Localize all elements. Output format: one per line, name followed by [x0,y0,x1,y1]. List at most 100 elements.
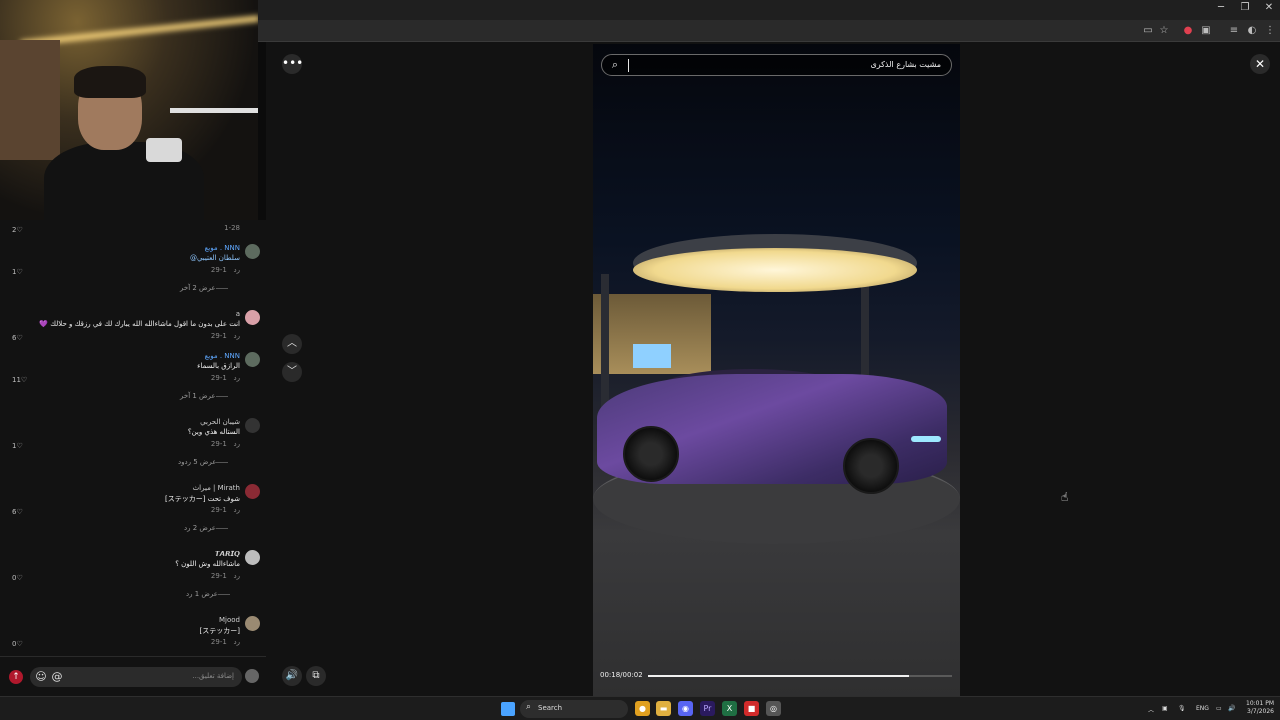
mouse-cursor-icon: ☝ [1061,490,1069,504]
microphone [146,138,182,162]
like-count[interactable]: 0♡ [12,574,23,582]
comment-username[interactable]: Mjood [219,616,240,624]
car-wheel [623,426,679,482]
comment-username[interactable]: Mirath | ميراث [193,484,240,492]
like-count[interactable]: 6♡ [12,508,23,516]
more-options-button[interactable]: ••• [282,54,303,74]
start-button[interactable] [501,702,515,716]
progress-bar[interactable] [648,675,952,677]
emoji-icon[interactable]: ☺ [34,670,48,684]
avatar[interactable] [245,669,259,683]
send-button[interactable]: ↑ [9,670,23,684]
search-icon[interactable]: ⌕ [608,58,622,72]
avatar[interactable] [245,616,260,631]
like-count[interactable]: 6♡ [12,334,23,342]
comment-username[interactable]: 𝙏𝘼𝙍𝙄𝙌 [215,550,240,558]
tray-app-icon[interactable]: ▣ [1162,705,1168,712]
like-count[interactable]: 2♡ [12,226,23,234]
close-window-button[interactable]: ✕ [1258,2,1280,13]
volume-button[interactable]: 🔊 [282,666,302,686]
comment-username[interactable]: شيبان الحربي [200,418,240,426]
excel-icon[interactable]: X [722,701,737,716]
like-count[interactable]: 1♡ [12,442,23,450]
previous-video-button[interactable]: ︿ [282,334,302,354]
taskbar: ⌕ Search ● ▬ ◉ Pr X ■ ◎ ︿ ▣ 🎙 ENG ▭ 🔊 10… [0,696,1280,720]
captions-button[interactable]: ⧉ [306,666,326,686]
avatar[interactable] [245,484,260,499]
volume-icon[interactable]: 🔊 [1228,705,1235,712]
clock[interactable]: 10:01 PM 3/7/2026 [1242,700,1274,716]
menu-list-icon[interactable]: ≡ [1228,25,1240,37]
tray-chevron-icon[interactable]: ︿ [1148,705,1154,714]
mention-icon[interactable]: @ [50,670,64,684]
like-count[interactable]: 1♡ [12,268,23,276]
comment-username[interactable]: NNN . موبع [205,244,240,252]
steam-icon[interactable]: ◎ [766,701,781,716]
chrome-icon[interactable]: ● [635,701,650,716]
mic-icon[interactable]: 🎙 [1178,705,1186,712]
app-red-icon[interactable]: ■ [744,701,759,716]
playback-time: 00:18/00:02 [600,671,643,679]
car-headlight [911,436,941,442]
comment-text: انت على بدون ما اقول ماشاءالله الله يبار… [39,320,240,328]
comment-text: شوف تحت [ステッカー] [165,495,240,503]
comment-date: رد 1-29 [210,374,240,382]
comment-input[interactable]: ☺ @ إضافة تعليق... [30,667,242,687]
view-replies-button[interactable]: عرض 2 رد [184,524,232,532]
video-frame[interactable] [593,44,960,696]
comment-username[interactable]: a [236,310,240,318]
webcam-overlay [0,0,258,220]
canopy-light [633,248,917,292]
discord-icon[interactable]: ◉ [678,701,693,716]
profile-icon[interactable]: ◐ [1246,25,1258,37]
view-replies-button[interactable]: عرض 1 رد [186,590,234,598]
comment-text: [ステッカー] [199,627,240,635]
bookmark-star-icon[interactable]: ☆ [1158,25,1170,37]
view-replies-button[interactable]: عرض 1 آخر [180,392,232,400]
avatar[interactable] [245,244,260,259]
comment-date: رد 1-29 [210,332,240,340]
search-icon: ⌕ [526,702,532,712]
view-replies-button[interactable]: عرض 2 آخر [180,284,232,292]
kebab-menu-icon[interactable]: ⋮ [1264,25,1276,37]
browser-toolbar: ▭ ☆ ● ▣ ≡ ◐ ⋮ [258,20,1280,42]
close-viewer-button[interactable]: ✕ [1250,54,1270,74]
like-count[interactable]: 11♡ [12,376,27,384]
comments-panel[interactable]: 1-28 2♡ NNN . موبع سلطان العتيبي@ رد 1-2… [0,220,266,656]
window-title-bar: ─ ❐ ✕ [258,0,1280,20]
avatar[interactable] [245,550,260,565]
avatar[interactable] [245,418,260,433]
comment-date: 1-28 [224,224,240,232]
network-icon[interactable]: ▭ [1216,705,1222,712]
mic-arm [170,108,258,113]
search-bar[interactable]: ⌕ مشيت بشارع الذكرى [601,54,952,76]
comment-text: سلطان العتيبي@ [189,254,240,262]
comment-date: رد 1-29 [210,572,240,580]
like-count[interactable]: 0♡ [12,640,23,648]
comment-date: رد 1-29 [210,506,240,514]
comment-username[interactable]: NNN . موبع [205,352,240,360]
text-caret [628,59,629,72]
minimize-button[interactable]: ─ [1210,2,1232,13]
taskbar-search-label: Search [538,704,563,712]
comment-date: رد 1-29 [210,266,240,274]
puzzle-icon[interactable]: ▣ [1200,25,1212,37]
car-wheel [843,438,899,494]
premiere-icon[interactable]: Pr [700,701,715,716]
comment-text: ماشاءالله وش اللون ؟ [175,560,240,568]
comment-date: رد 1-29 [210,440,240,448]
streamer-hair [74,66,146,98]
restore-button[interactable]: ❐ [1234,2,1256,13]
extension-icon[interactable]: ● [1182,25,1194,37]
next-video-button[interactable]: ﹀ [282,362,302,382]
avatar[interactable] [245,310,260,325]
screen: ─ ❐ ✕ ▭ ☆ ● ▣ ≡ ◐ ⋮ 1-28 2♡ NNN . موبع س… [0,0,1280,720]
language-indicator[interactable]: ENG [1196,705,1209,712]
search-input[interactable]: مشيت بشارع الذكرى [870,60,941,69]
cast-icon[interactable]: ▭ [1142,25,1154,37]
file-explorer-icon[interactable]: ▬ [656,701,671,716]
taskbar-search[interactable]: ⌕ Search [520,700,628,718]
view-replies-button[interactable]: عرض 5 ردود [178,458,232,466]
avatar[interactable] [245,352,260,367]
progress-fill [648,675,910,677]
